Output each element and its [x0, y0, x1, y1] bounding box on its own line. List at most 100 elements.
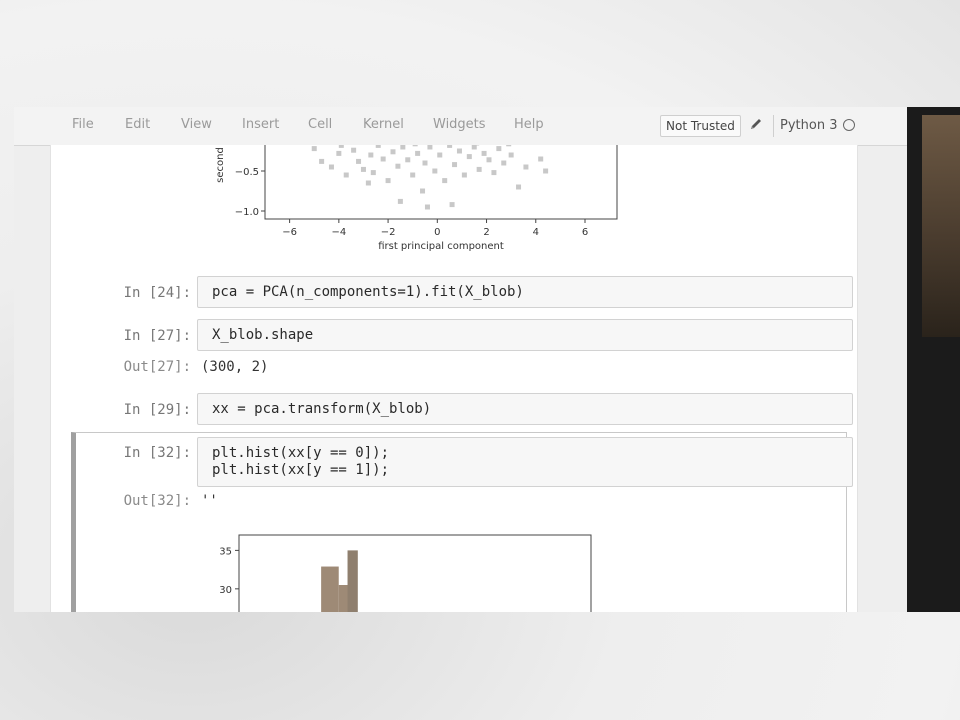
scatter-point: [461, 172, 467, 178]
scatter-point: [432, 168, 438, 174]
jupyter-window: File Edit View Insert Cell Kernel Widget…: [14, 107, 907, 612]
scatter-point: [437, 152, 443, 158]
scatter-point: [476, 166, 482, 172]
scatter-point: [400, 145, 406, 150]
scatter-point: [471, 145, 477, 150]
scatter-x-ticks: −6 −4 −2 0 2 4 6: [282, 219, 588, 238]
scatter-point: [427, 145, 433, 150]
histogram-y-tick-label: 35: [219, 546, 232, 557]
presenter-video: [922, 115, 960, 337]
scatter-point: [370, 170, 376, 176]
scatter-point: [523, 164, 529, 170]
cell-27-code[interactable]: X_blob.shape: [212, 327, 313, 344]
cell-29-code[interactable]: xx = pca.transform(X_blob): [212, 401, 431, 418]
scatter-point: [415, 150, 421, 156]
scatter-point: [365, 180, 371, 186]
scatter-point: [424, 204, 430, 210]
scatter-point: [422, 160, 428, 166]
scatter-point: [368, 152, 374, 158]
scatter-point: [506, 145, 512, 147]
scatter-point: [486, 157, 492, 163]
kernel-divider: [773, 115, 774, 137]
scatter-x-tick-label: 2: [483, 227, 489, 238]
scatter-x-tick-label: 4: [533, 227, 539, 238]
cell-32-out-prompt: Out[32]:: [123, 493, 191, 509]
cell-32-prompt: In [32]:: [123, 445, 191, 461]
cell-27-prompt: In [27]:: [123, 328, 191, 344]
cell-29-prompt: In [29]:: [123, 402, 191, 418]
scatter-point: [516, 184, 522, 190]
cell-32-code-line2[interactable]: plt.hist(xx[y == 1]);: [212, 462, 389, 479]
scatter-point: [474, 145, 480, 146]
scatter-point: [385, 178, 391, 184]
scatter-point: [543, 168, 549, 174]
histogram-bar: [347, 550, 358, 612]
scatter-point: [501, 160, 507, 166]
menu-kernel[interactable]: Kernel: [363, 117, 404, 132]
menu-file[interactable]: File: [72, 117, 94, 132]
scatter-y-ticks: −0.5 −1.0: [235, 167, 265, 218]
not-trusted-badge[interactable]: Not Trusted: [660, 115, 741, 137]
scatter-point: [412, 145, 418, 147]
scatter-point: [319, 158, 325, 164]
scatter-y-tick-label: −0.5: [235, 167, 259, 178]
menu-help[interactable]: Help: [514, 117, 544, 132]
scatter-plot: −6 −4 −2 0 2 4 6 −0.5 −1.0 first principal comp…: [215, 145, 618, 252]
scatter-point: [360, 166, 366, 172]
menu-widgets[interactable]: Widgets: [433, 117, 486, 132]
cell-27-out-prompt: Out[27]:: [123, 359, 191, 375]
cell-24-prompt: In [24]:: [123, 285, 191, 301]
cell-29-input[interactable]: xx = pca.transform(X_blob): [197, 393, 853, 425]
scatter-point: [452, 162, 458, 168]
scatter-y-tick-label: −1.0: [235, 207, 259, 218]
scatter-point: [311, 146, 317, 152]
scatter-x-tick-label: 0: [434, 227, 440, 238]
scatter-point: [343, 172, 349, 178]
kernel-name: Python 3: [780, 118, 838, 133]
scatter-point: [336, 150, 342, 156]
cell-24-input[interactable]: pca = PCA(n_components=1).fit(X_blob): [197, 276, 853, 308]
histogram-y-ticks: 353025: [219, 546, 239, 596]
scatter-point: [496, 146, 502, 152]
histogram-y-tick-label: 30: [219, 585, 232, 596]
scatter-point: [508, 152, 514, 158]
histogram-plot: 353025: [219, 534, 592, 612]
scatter-point: [395, 163, 401, 169]
scatter-point: [356, 158, 362, 164]
cell-32-output: '': [201, 493, 218, 509]
scatter-point: [351, 147, 357, 153]
cell-27-input[interactable]: X_blob.shape: [197, 319, 853, 351]
scatter-x-tick-label: 6: [582, 227, 588, 238]
scatter-x-tick-label: −2: [381, 227, 396, 238]
menu-insert[interactable]: Insert: [242, 117, 279, 132]
scatter-point: [375, 145, 381, 148]
scatter-point: [466, 154, 472, 160]
scatter-point: [420, 188, 426, 194]
scatter-point: [538, 156, 544, 162]
scatter-x-tick-label: −6: [282, 227, 297, 238]
scatter-point: [410, 172, 416, 178]
cell-32-code-line1[interactable]: plt.hist(xx[y == 0]);: [212, 445, 389, 462]
scatter-point: [491, 170, 497, 176]
scatter-ylabel: second: [215, 147, 226, 183]
menubar: File Edit View Insert Cell Kernel Widget…: [14, 107, 907, 146]
menu-cell[interactable]: Cell: [308, 117, 332, 132]
scatter-point: [338, 145, 344, 148]
scatter-point: [328, 164, 334, 170]
cell-32-input[interactable]: plt.hist(xx[y == 0]); plt.hist(xx[y == 1…: [197, 437, 853, 487]
pencil-icon[interactable]: [749, 117, 763, 131]
scatter-point: [481, 150, 487, 156]
notebook-container: −6 −4 −2 0 2 4 6 −0.5 −1.0 first principal comp…: [50, 145, 858, 612]
histogram-bar: [321, 566, 339, 612]
scatter-x-tick-label: −4: [331, 227, 346, 238]
histogram-frame: [238, 534, 592, 612]
scatter-point: [447, 145, 453, 148]
menu-edit[interactable]: Edit: [125, 117, 150, 132]
circle-outline-icon: [843, 119, 855, 131]
menu-view[interactable]: View: [181, 117, 212, 132]
scatter-points: [311, 145, 549, 210]
cell-24-code[interactable]: pca = PCA(n_components=1).fit(X_blob): [212, 284, 524, 301]
scatter-point: [390, 149, 396, 155]
scatter-point: [456, 148, 462, 154]
scatter-point: [380, 156, 386, 162]
